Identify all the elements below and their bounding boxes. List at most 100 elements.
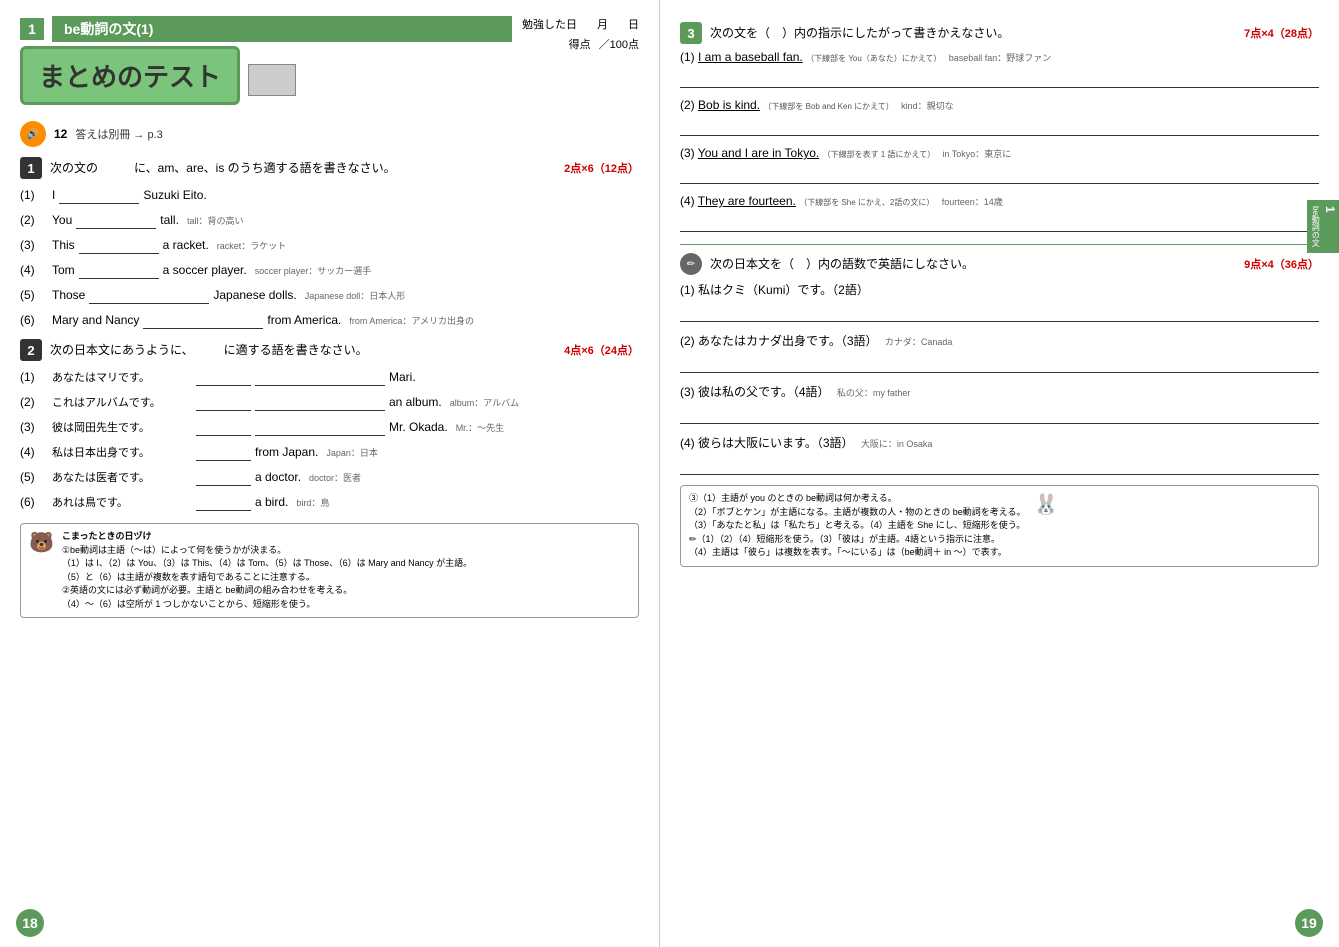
worksheet-page: 1 be動詞の文 (1) まとめのテスト 勉強した日 月 日 得点 ／100点 xyxy=(0,0,1339,947)
s1-num-6: (6) xyxy=(20,313,48,327)
section3-instruction: 次の文を（ ）内の指示にしたがって書きかえなさい。 xyxy=(710,25,1244,42)
s3-answer-line-1[interactable] xyxy=(680,68,1319,88)
s4-answer-line-3[interactable] xyxy=(680,404,1319,424)
section1-header: 1 次の文の に、am、are、is のうち適する語を書きなさい。 2点×6（1… xyxy=(20,157,639,179)
s3-num-1: (1) xyxy=(680,50,695,64)
section2-instruction: 次の日本文にあうように、 に適する語を書きなさい。 xyxy=(50,342,564,359)
s3-item-4: (4) They are fourteen. （下線部を She にかえ、2語の… xyxy=(680,194,1319,232)
s3-q-row-1: (1) I am a baseball fan. （下線部を You（あなた）に… xyxy=(680,50,1319,64)
s4-q-row-4: (4) 彼らは大阪にいます。（3語） 大阪に：in Osaka xyxy=(680,434,1319,451)
s2-item-3: (3) 彼は岡田先生です。 Mr. Okada. Mr.：〜先生 xyxy=(20,418,639,436)
s1-input-5[interactable] xyxy=(89,286,209,304)
s1-input-2[interactable] xyxy=(76,211,156,229)
s1-item-6: (6) Mary and Nancy from America. from Am… xyxy=(20,311,639,329)
s3-hint-4: fourteen：14歳 xyxy=(942,197,1003,207)
s3-item-2: (2) Bob is kind. （下線部を Bob and Ken にかえて）… xyxy=(680,98,1319,136)
section2-header: 2 次の日本文にあうように、 に適する語を書きなさい。 4点×6（24点） xyxy=(20,339,639,361)
s1-hint-4: soccer player：サッカー選手 xyxy=(255,264,372,277)
s4-jp-2: あなたはカナダ出身です。（3語） xyxy=(698,334,877,348)
s2-input1b-3[interactable] xyxy=(255,418,385,436)
s2-input1a-1[interactable] xyxy=(196,368,251,386)
s1-pre-5: Those xyxy=(52,288,85,302)
s4-q-row-3: (3) 彼は私の父です。（4語） 私の父：my father xyxy=(680,383,1319,400)
s1-pre-6: Mary and Nancy xyxy=(52,313,139,327)
section3-num: 3 xyxy=(680,22,702,44)
s4-q-row-1: (1) 私はクミ（Kumi）です。（2語） xyxy=(680,281,1319,298)
s2-input1a-4[interactable] xyxy=(196,443,251,461)
right-tab-text: be動詞の文 xyxy=(1310,206,1321,247)
page-num-left: 18 xyxy=(16,909,44,937)
s2-item-6: (6) あれは鳥です。 a bird. bird：鳥 xyxy=(20,493,639,511)
s1-post-5: Japanese dolls. xyxy=(213,288,296,302)
s3-answer-line-2[interactable] xyxy=(680,116,1319,136)
section2-points: 4点×6（24点） xyxy=(564,342,639,358)
s1-item-5: (5) Those Japanese dolls. Japanese doll：… xyxy=(20,286,639,304)
section2-num: 2 xyxy=(20,339,42,361)
s3-hint-1: baseball fan：野球ファン xyxy=(949,53,1052,63)
notes-box-right: ③（1）主語が you のときの be動詞は何か考える。（2）「ボブとケン」が主… xyxy=(680,485,1319,567)
s3-hint-3: in Tokyo：東京に xyxy=(942,149,1011,159)
s1-item-3: (3) This a racket. racket：ラケット xyxy=(20,236,639,254)
s2-jp-3: 彼は岡田先生です。 xyxy=(52,419,192,435)
right-tab: 1 be動詞の文 xyxy=(1307,200,1339,253)
s4-jp-4: 彼らは大阪にいます。（3語） xyxy=(698,436,853,450)
main-title: まとめのテスト xyxy=(20,46,240,105)
s2-num-1: (1) xyxy=(20,370,48,384)
s1-num-5: (5) xyxy=(20,288,48,302)
s2-post-6: a bird. xyxy=(255,495,288,509)
s2-input1a-5[interactable] xyxy=(196,468,251,486)
section4-instruction: 次の日本文を（ ）内の語数で英語にしなさい。 xyxy=(710,256,1244,273)
s1-num-2: (2) xyxy=(20,213,48,227)
s1-input-1[interactable] xyxy=(59,186,139,204)
s2-post-4: from Japan. xyxy=(255,445,318,459)
s3-num-4: (4) xyxy=(680,194,695,208)
day-label: 日 xyxy=(628,16,639,32)
notes-icon-left: 🐻 xyxy=(29,530,54,555)
section3-points: 7点×4（28点） xyxy=(1244,25,1319,41)
s2-jp-4: 私は日本出身です。 xyxy=(52,444,192,460)
s1-pre-1: I xyxy=(52,188,55,202)
notes-content-right: ③（1）主語が you のときの be動詞は何か考える。（2）「ボブとケン」が主… xyxy=(689,492,1025,560)
section4-points: 9点×4（36点） xyxy=(1244,256,1319,272)
score-row: 得点 ／100点 xyxy=(569,36,639,52)
s3-sent-1: I am a baseball fan. xyxy=(698,50,803,64)
s1-input-4[interactable] xyxy=(79,261,159,279)
s1-input-3[interactable] xyxy=(79,236,159,254)
s2-input1a-6[interactable] xyxy=(196,493,251,511)
s1-hint-6: from America：アメリカ出身の xyxy=(349,314,474,327)
chapter-num-badge: 1 xyxy=(20,18,44,40)
s1-post-4: a soccer player. xyxy=(163,263,247,277)
s2-input1a-3[interactable] xyxy=(196,418,251,436)
s1-post-3: a racket. xyxy=(163,238,209,252)
s2-input1b-2[interactable] xyxy=(255,393,385,411)
s2-num-6: (6) xyxy=(20,495,48,509)
s4-hint-3: 私の父：my father xyxy=(837,388,911,398)
s4-jp-3: 彼は私の父です。（4語） xyxy=(698,385,829,399)
s1-num-4: (4) xyxy=(20,263,48,277)
s2-item-5: (5) あなたは医者です。 a doctor. doctor：医者 xyxy=(20,468,639,486)
s1-input-6[interactable] xyxy=(143,311,263,329)
study-info: 勉強した日 月 日 得点 ／100点 xyxy=(522,16,639,52)
notes-box-left: 🐻 こまったときの日ヅけ ①be動詞は主語（〜は）によって何を使うかが決まる。（… xyxy=(20,523,639,618)
audio-num: 12 xyxy=(54,127,67,141)
s4-answer-line-4[interactable] xyxy=(680,455,1319,475)
answer-note-text: 答えは別冊 → p.3 xyxy=(75,129,162,141)
s1-pre-4: Tom xyxy=(52,263,75,277)
s4-hint-2: カナダ：Canada xyxy=(885,337,953,347)
s3-inst-4: （下線部を She にかえ、2語の文に） xyxy=(799,198,934,207)
s2-input1b-1[interactable] xyxy=(255,368,385,386)
s2-hint-5: doctor：医者 xyxy=(309,471,361,484)
s3-inst-3: （下線部を表す 1 語にかえて） xyxy=(823,150,936,159)
month-label: 月 xyxy=(597,16,608,32)
s3-answer-line-3[interactable] xyxy=(680,164,1319,184)
s3-answer-line-4[interactable] xyxy=(680,212,1319,232)
s4-jp-1: 私はクミ（Kumi）です。（2語） xyxy=(698,283,869,297)
s1-pre-2: You xyxy=(52,213,72,227)
s4-answer-line-2[interactable] xyxy=(680,353,1319,373)
s1-hint-5: Japanese doll：日本人形 xyxy=(305,289,406,302)
s2-input1a-2[interactable] xyxy=(196,393,251,411)
s1-post-1: Suzuki Eito. xyxy=(143,188,206,202)
s3-q-row-4: (4) They are fourteen. （下線部を She にかえ、2語の… xyxy=(680,194,1319,208)
s3-q-row-3: (3) You and I are in Tokyo. （下線部を表す 1 語に… xyxy=(680,146,1319,160)
s4-answer-line-1[interactable] xyxy=(680,302,1319,322)
